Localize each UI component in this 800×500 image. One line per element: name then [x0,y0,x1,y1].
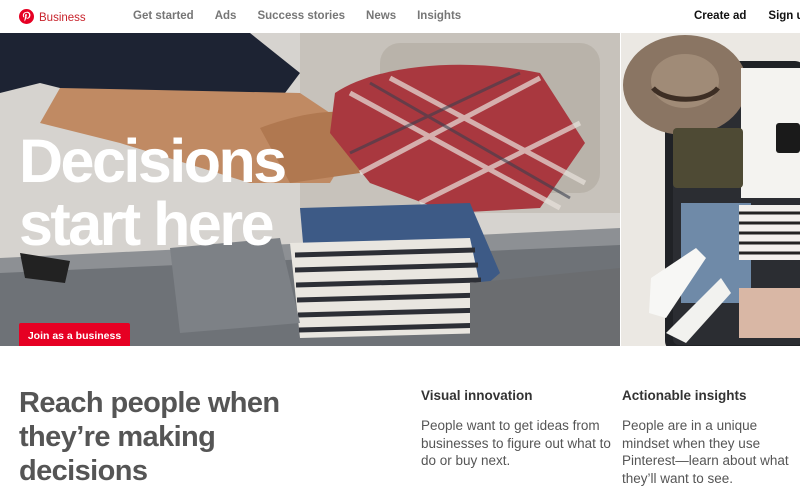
hero-banner: Decisions start here Join as a business [0,33,620,346]
top-navigation: Business Get started Ads Success stories… [0,0,800,33]
account-actions: Create ad Sign up [694,10,800,22]
pinterest-logo-icon [19,9,34,27]
feature-title: Actionable insights [622,388,747,403]
brand-label: Business [39,12,86,24]
hero-title-line-1: Decisions [19,127,287,195]
join-as-business-button[interactable]: Join as a business [19,323,130,346]
hero-title: Decisions start here [19,127,287,258]
brand-link[interactable]: Business [19,9,86,27]
feature-description: People want to get ideas from businesses… [421,418,611,468]
nav-link-insights[interactable]: Insights [417,10,461,22]
nav-link-ads[interactable]: Ads [215,10,237,22]
primary-nav: Get started Ads Success stories News Ins… [133,10,482,22]
nav-link-get-started[interactable]: Get started [133,10,194,22]
nav-link-success-stories[interactable]: Success stories [257,10,345,22]
feature-description: People are in a unique mindset when they… [622,418,789,486]
hero-side-photo [621,33,800,346]
section-title: Reach people when they’re making decisio… [19,387,280,487]
feature-title: Visual innovation [421,388,533,403]
create-ad-link[interactable]: Create ad [694,10,746,22]
nav-link-news[interactable]: News [366,10,396,22]
feature-visual-innovation: Visual innovation People want to get ide… [421,388,611,470]
hero-title-line-2: start here [19,190,275,258]
feature-actionable-insights: Actionable insights People are in a uniq… [622,388,794,487]
suitcase-flatlay-image [621,33,800,346]
sign-up-link[interactable]: Sign up [768,10,800,22]
